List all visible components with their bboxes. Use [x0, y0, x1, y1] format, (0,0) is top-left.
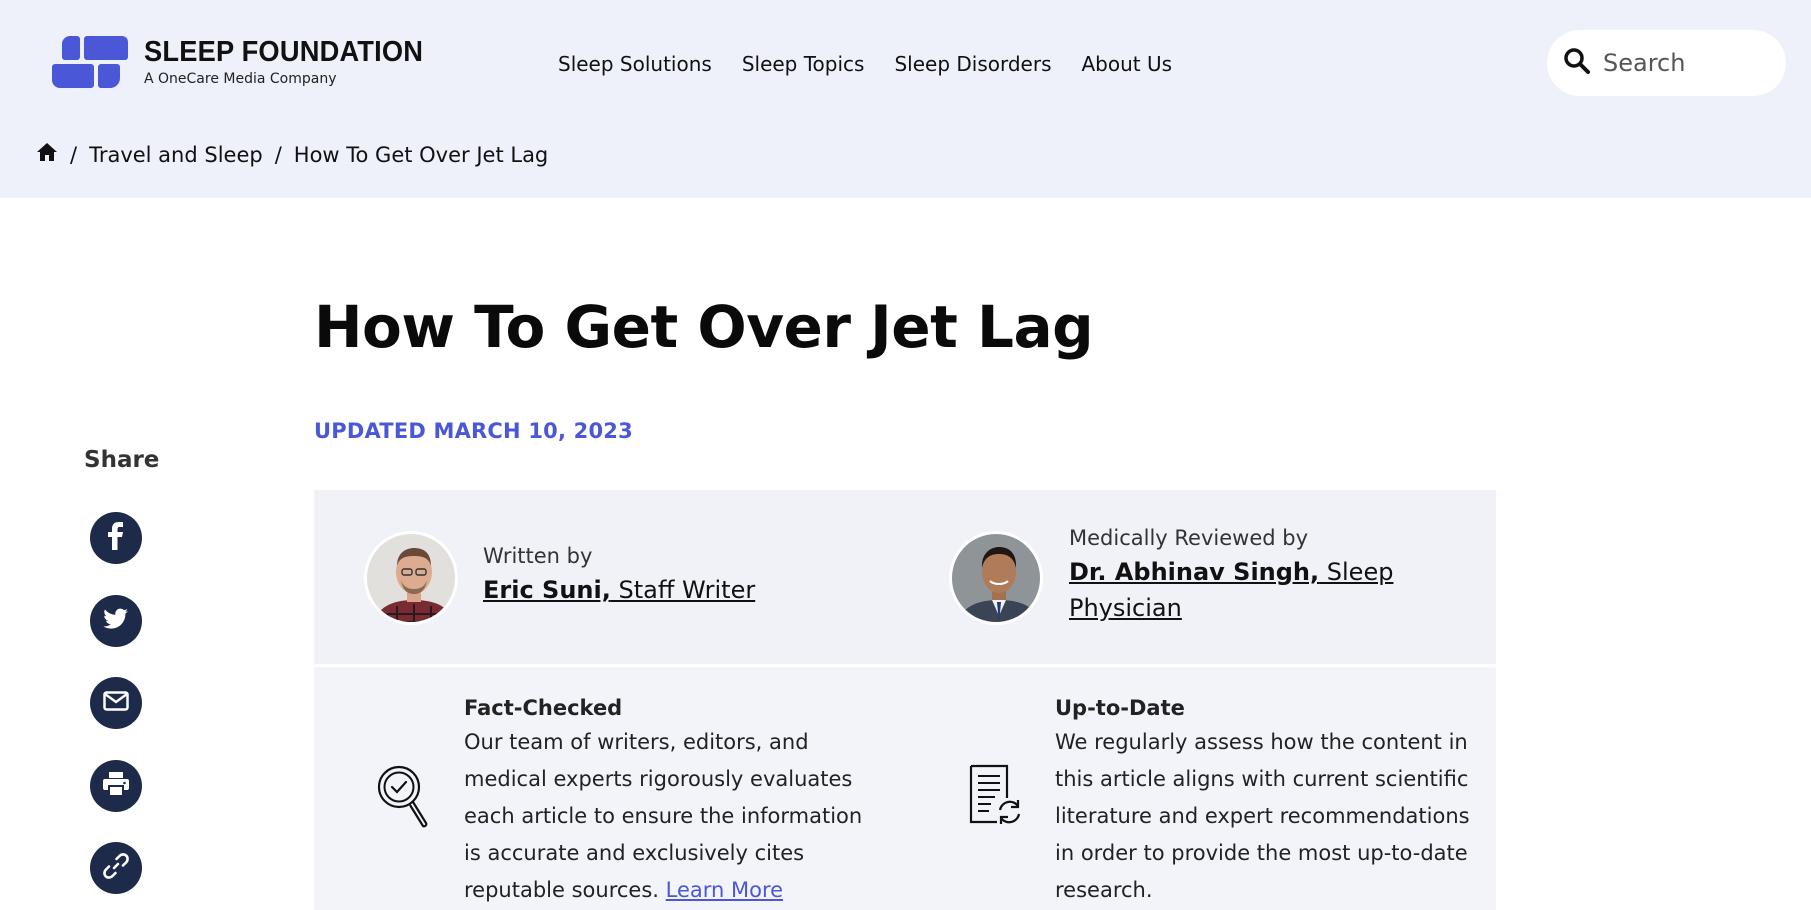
fact-checked-body: Our team of writers, editors, and medica…: [464, 730, 863, 902]
share-facebook-button[interactable]: [90, 512, 142, 564]
facebook-icon: [105, 522, 127, 554]
breadcrumb-travel-and-sleep[interactable]: Travel and Sleep: [89, 143, 263, 167]
breadcrumb-current: How To Get Over Jet Lag: [293, 142, 549, 167]
learn-more-link[interactable]: Learn More: [666, 878, 783, 902]
page-title: How To Get Over Jet Lag: [314, 293, 1094, 361]
author-card: Written by Eric Suni, Staff Writer Medic…: [314, 490, 1496, 664]
share-twitter-button[interactable]: [90, 595, 142, 647]
reviewer-name: Dr. Abhinav Singh,: [1069, 558, 1320, 586]
reviewer-avatar[interactable]: [949, 531, 1043, 625]
writer-role: Staff Writer: [610, 576, 756, 604]
up-to-date-text: We regularly assess how the content in t…: [1055, 730, 1470, 902]
brand-subtitle: A OneCare Media Company: [144, 70, 337, 87]
breadcrumb-separator: /: [70, 142, 78, 167]
search-input[interactable]: [1603, 49, 1773, 77]
link-icon: [102, 852, 130, 884]
site-header: SLEEP FOUNDATION A OneCare Media Company…: [0, 0, 1811, 198]
writer-name: Eric Suni,: [483, 576, 611, 604]
breadcrumb: / Travel and Sleep / How To Get Over Jet…: [36, 142, 548, 167]
trust-card: Fact-Checked Our team of writers, editor…: [314, 667, 1496, 910]
twitter-icon: [103, 608, 129, 634]
share-email-button[interactable]: [90, 677, 142, 729]
brand-title: SLEEP FOUNDATION: [144, 35, 424, 68]
magnifier-check-icon: [376, 764, 430, 832]
home-icon[interactable]: [36, 142, 58, 167]
fact-checked-text: Our team of writers, editors, and medica…: [464, 724, 874, 909]
search-box: [1547, 30, 1786, 96]
nav-about-us[interactable]: About Us: [1082, 52, 1173, 76]
logo-mark-icon: [52, 34, 128, 88]
reviewer-byline: Dr. Abhinav Singh, Sleep Physician: [1069, 554, 1399, 626]
reviewer-label: Medically Reviewed by: [1069, 526, 1308, 550]
writer-label: Written by: [483, 544, 593, 568]
email-icon: [103, 691, 129, 715]
nav-sleep-topics[interactable]: Sleep Topics: [742, 52, 865, 76]
search-icon[interactable]: [1563, 47, 1591, 79]
share-label: Share: [84, 447, 160, 473]
site-logo[interactable]: SLEEP FOUNDATION A OneCare Media Company: [52, 34, 441, 88]
reviewer-link[interactable]: Dr. Abhinav Singh, Sleep Physician: [1069, 558, 1393, 622]
share-print-button[interactable]: [90, 760, 142, 812]
main-nav: Sleep Solutions Sleep Topics Sleep Disor…: [558, 52, 1172, 76]
writer-link[interactable]: Eric Suni, Staff Writer: [483, 576, 755, 604]
nav-sleep-solutions[interactable]: Sleep Solutions: [558, 52, 712, 76]
breadcrumb-separator: /: [274, 142, 282, 167]
fact-checked-title: Fact-Checked: [464, 696, 623, 720]
document-refresh-icon: [969, 764, 1023, 830]
share-link-button[interactable]: [90, 842, 142, 894]
print-icon: [103, 772, 129, 800]
updated-date: UPDATED MARCH 10, 2023: [314, 419, 633, 443]
writer-avatar[interactable]: [364, 531, 458, 625]
writer-byline: Eric Suni, Staff Writer: [483, 572, 755, 608]
up-to-date-title: Up-to-Date: [1055, 696, 1185, 720]
nav-sleep-disorders[interactable]: Sleep Disorders: [894, 52, 1051, 76]
